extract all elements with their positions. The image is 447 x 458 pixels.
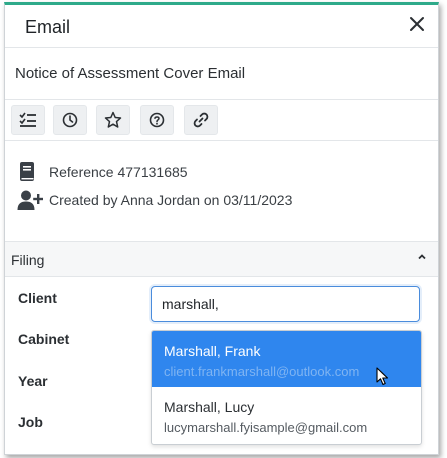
toolbar <box>5 100 438 141</box>
client-search-input[interactable] <box>151 286 420 322</box>
reference-text: Reference 477131685 <box>49 164 188 180</box>
clock-icon <box>62 112 78 128</box>
client-suggestions-dropdown: Marshall, Frank client.frankmarshall@out… <box>151 330 422 445</box>
suggestion-name: Marshall, Frank <box>164 343 261 359</box>
history-button[interactable] <box>53 105 87 135</box>
filing-title: Filing <box>11 252 45 268</box>
panel-header: Email <box>5 5 438 48</box>
user-plus-icon <box>17 190 43 210</box>
close-button[interactable] <box>404 11 430 37</box>
job-label: Job <box>18 414 43 430</box>
suggestion-name: Marshall, Lucy <box>164 399 255 415</box>
suggestion-email: client.frankmarshall@outlook.com <box>164 364 360 379</box>
link-icon <box>193 112 209 128</box>
checklist-icon <box>19 112 36 127</box>
chevron-up-icon <box>418 254 426 260</box>
close-icon <box>410 17 424 31</box>
favourite-button[interactable] <box>96 105 130 135</box>
email-info: Reference 477131685 Created by Anna Jord… <box>5 141 438 242</box>
subject-row: Notice of Assessment Cover Email <box>5 48 438 100</box>
book-icon <box>20 162 34 181</box>
help-button[interactable] <box>140 105 174 135</box>
created-row: Created by Anna Jordan on 03/11/2023 <box>17 189 292 211</box>
suggestion-item[interactable]: Marshall, Lucy lucymarshall.fyisample@gm… <box>152 387 421 443</box>
cabinet-label: Cabinet <box>18 331 70 347</box>
mouse-cursor-icon <box>376 367 389 386</box>
filing-section-toggle[interactable]: Filing <box>5 242 438 277</box>
suggestion-email: lucymarshall.fyisample@gmail.com <box>164 420 368 435</box>
question-icon <box>149 112 165 128</box>
email-subject: Notice of Assessment Cover Email <box>15 65 246 82</box>
client-label: Client <box>18 290 57 306</box>
reference-row: Reference 477131685 <box>17 161 188 183</box>
link-button[interactable] <box>184 105 218 135</box>
checklist-button[interactable] <box>11 105 45 135</box>
created-text: Created by Anna Jordan on 03/11/2023 <box>49 192 293 208</box>
email-panel: Email Notice of Assessment Cover Email R… <box>4 2 439 455</box>
panel-title: Email <box>25 17 71 37</box>
star-icon <box>104 111 122 128</box>
year-label: Year <box>18 373 48 389</box>
